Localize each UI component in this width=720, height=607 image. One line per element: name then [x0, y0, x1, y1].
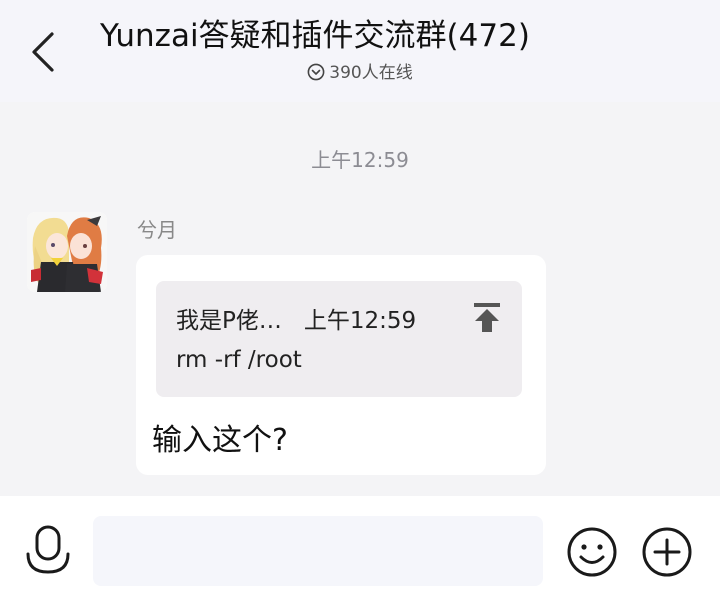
voice-button[interactable] — [24, 524, 72, 580]
smiley-icon — [567, 527, 617, 577]
chat-title: Yunzai答疑和插件交流群(472) — [100, 18, 530, 54]
quote-time: 上午12:59 — [303, 308, 417, 334]
sender-name[interactable]: 兮月 — [137, 214, 177, 243]
pin-to-top-icon[interactable] — [472, 301, 502, 333]
avatar[interactable] — [27, 212, 107, 292]
message-timestamp: 上午12:59 — [311, 148, 409, 172]
message-input[interactable] — [93, 516, 543, 586]
quote-text: rm -rf /root — [176, 347, 302, 373]
more-options-button[interactable] — [641, 526, 693, 578]
quote-author: 我是P佬… — [176, 308, 282, 334]
chevron-down-circle-icon — [307, 63, 325, 81]
message-bubble[interactable]: 我是P佬… 上午12:59 rm -rf /root 输入这个? — [136, 255, 546, 475]
message-text: 输入这个? — [152, 423, 288, 458]
quoted-message[interactable]: 我是P佬… 上午12:59 rm -rf /root — [156, 281, 522, 397]
chat-header: Yunzai答疑和插件交流群(472) 390人在线 — [0, 0, 720, 102]
microphone-icon — [26, 525, 70, 574]
anime-avatar-image — [27, 212, 107, 292]
plus-circle-icon — [642, 527, 692, 577]
online-count: 390人在线 — [329, 63, 413, 83]
quote-header: 我是P佬… 上午12:59 — [176, 301, 416, 335]
online-status[interactable]: 390人在线 — [0, 62, 720, 84]
emoji-button[interactable] — [566, 526, 618, 578]
